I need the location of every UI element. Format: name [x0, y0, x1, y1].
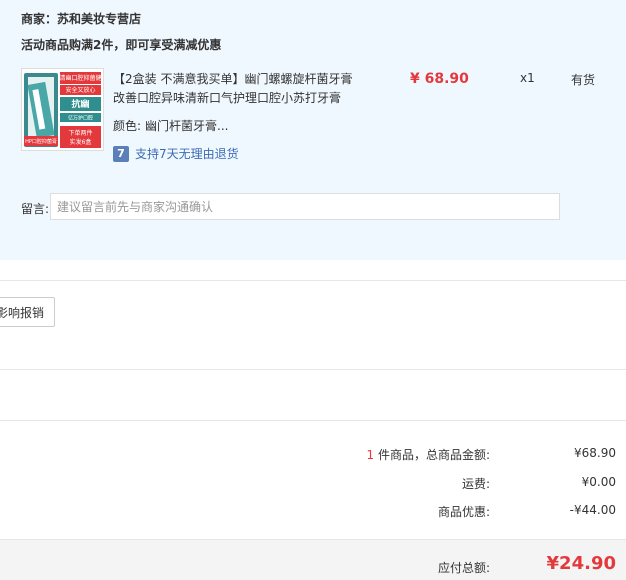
- items-total-label: 1 件商品，总商品金额:: [367, 446, 491, 463]
- invoice-button-label: 影响报销: [0, 305, 44, 320]
- discount-label: 商品优惠:: [437, 505, 490, 519]
- total-label: 应付总额:: [437, 561, 490, 575]
- thumb-text-4: 亿万护口腔: [68, 115, 93, 122]
- return-policy[interactable]: 7 支持7天无理由退货: [113, 145, 239, 162]
- thumb-text-7: 实发6盒: [70, 138, 92, 146]
- total-value: ¥24.90: [546, 553, 616, 574]
- return-policy-text[interactable]: 支持7天无理由退货: [135, 145, 239, 162]
- note-label: 留言:: [21, 202, 50, 216]
- product-thumbnail[interactable]: 清幽口腔抑菌健 安全又放心 抗幽 亿万护口腔 HP口腔抑菌膏 下单两件 实发6盒: [21, 68, 104, 151]
- thumb-text-1: 清幽口腔抑菌健: [59, 74, 101, 82]
- thumb-text-6: 下单两件: [68, 129, 92, 137]
- spec-value: 幽门杆菌牙膏...: [145, 119, 229, 133]
- shipping-value: ¥0.00: [581, 475, 616, 489]
- product-quantity: x1: [520, 71, 535, 85]
- order-panel: 商家：苏和美妆专营店 活动商品购满2件，即可享受满减优惠 清幽口腔抑菌健 安全又…: [0, 0, 626, 260]
- items-total-value: ¥68.90: [574, 446, 616, 460]
- divider: [0, 280, 626, 281]
- note-input[interactable]: [50, 193, 560, 220]
- items-label-text: 件商品，总商品金额:: [374, 448, 490, 462]
- product-title[interactable]: 【2盒装 不满意我买单】幽门螺螺旋杆菌牙膏改善口腔异味清新口气护理口腔小苏打牙膏: [113, 70, 363, 108]
- product-spec: 颜色: 幽门杆菌牙膏...: [113, 117, 229, 134]
- total-bar: 应付总额: ¥24.90: [0, 539, 626, 580]
- seven-day-return-icon: 7: [113, 145, 129, 162]
- divider: [0, 420, 626, 421]
- item-count: 1: [366, 448, 375, 462]
- divider: [0, 369, 626, 370]
- thumb-text-2: 安全又放心: [65, 86, 95, 94]
- thumb-text-3: 抗幽: [71, 98, 89, 110]
- product-price: ¥ 68.90: [410, 71, 469, 87]
- thumb-text-5: HP口腔抑菌膏: [25, 138, 57, 145]
- discount-value: -¥44.00: [569, 503, 616, 517]
- shop-name[interactable]: 商家：苏和美妆专营店: [21, 10, 141, 27]
- stock-status: 有货: [571, 73, 596, 87]
- spec-label: 颜色:: [113, 119, 142, 133]
- shipping-label: 运费:: [461, 477, 490, 491]
- promo-text: 活动商品购满2件，即可享受满减优惠: [21, 38, 222, 52]
- invoice-button[interactable]: 影响报销: [0, 297, 55, 327]
